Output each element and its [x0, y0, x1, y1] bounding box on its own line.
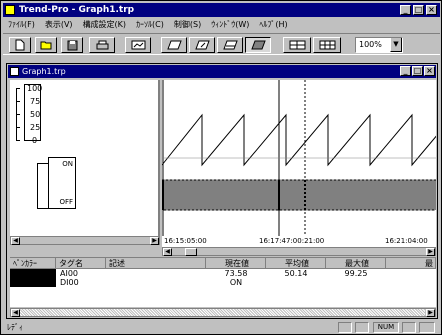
scroll-right-icon[interactable]: ▶ — [426, 248, 435, 256]
zoom-select[interactable]: 100% ▼ — [355, 37, 403, 53]
graph-hscroll[interactable]: ◀ ▶ — [162, 247, 436, 256]
child-minimize-button[interactable]: _ — [400, 66, 411, 76]
status-bar: ﾚﾃﾞｨ NUM — [3, 321, 440, 334]
status-pane — [338, 322, 352, 333]
row-current: ON — [229, 278, 243, 287]
new-file-icon — [15, 39, 25, 51]
menu-config[interactable]: 構成設定(K) — [78, 18, 132, 31]
layout-1-button[interactable] — [283, 37, 311, 53]
status-pane — [355, 322, 369, 333]
printer-icon — [96, 40, 108, 49]
menu-cursor[interactable]: ｶｰｿﾙ(C) — [131, 18, 169, 31]
draw-tool-2-button[interactable] — [189, 37, 215, 53]
resize-grip-icon[interactable] — [419, 322, 435, 333]
time-label: 16:17:47:00:21:00 — [259, 237, 325, 245]
digital-on-label: ON — [62, 160, 73, 168]
menubar: ﾌｧｲﾙ(F) 表示(V) 構成設定(K) ｶｰｿﾙ(C) 制御(S) ｳｨﾝﾄ… — [3, 18, 440, 31]
pen-table: ﾍﾟﾝｶﾗｰ タグ名 記述 現在値 平均値 最大値 最 AI00 73.58 5… — [10, 257, 436, 307]
num-lock-indicator: NUM — [373, 322, 399, 333]
open-button[interactable] — [35, 37, 57, 53]
child-title: Graph1.trp — [22, 67, 66, 76]
scroll-left-icon[interactable]: ◀ — [11, 237, 20, 245]
pen-color-swatch[interactable] — [10, 269, 56, 287]
graph-props-button[interactable] — [125, 37, 151, 53]
child-close-button[interactable]: × — [424, 66, 435, 76]
new-button[interactable] — [9, 37, 31, 53]
app-titlebar: Trend-Pro - Graph1.trp _ □ × — [3, 3, 440, 17]
table-hscroll[interactable]: ◀ ▶ — [10, 308, 436, 317]
col-min[interactable]: 最 — [386, 258, 436, 269]
row-average: 50.14 — [284, 269, 308, 278]
digital-off-label: OFF — [59, 198, 73, 206]
chevron-down-icon[interactable]: ▼ — [390, 38, 402, 52]
scroll-left-icon[interactable]: ◀ — [163, 248, 172, 256]
row-tag: DI00 — [60, 278, 79, 287]
trend-graph[interactable] — [161, 80, 442, 236]
col-current[interactable]: 現在値 — [206, 258, 266, 269]
draw-tool-3-button[interactable] — [217, 37, 243, 53]
analog-trace — [161, 113, 442, 167]
digital-trace — [161, 179, 437, 211]
toolbar: 100% ▼ — [3, 33, 440, 55]
document-icon — [10, 67, 19, 76]
status-text: ﾚﾃﾞｨ — [7, 323, 23, 332]
col-pen-color[interactable]: ﾍﾟﾝｶﾗｰ — [10, 258, 56, 269]
floppy-icon — [67, 40, 77, 50]
time-axis: 16:15:05:00 16:17:47:00:21:00 16:21:04:0… — [162, 236, 436, 247]
parallelogram-filled-icon — [250, 40, 266, 50]
col-average[interactable]: 平均値 — [266, 258, 326, 269]
grid-window-icon — [319, 40, 335, 50]
row-current: 73.58 — [224, 269, 248, 278]
menu-file[interactable]: ﾌｧｲﾙ(F) — [3, 18, 40, 31]
app-title: Trend-Pro - Graph1.trp — [19, 5, 135, 15]
scroll-thumb[interactable] — [185, 248, 197, 256]
app-window: Trend-Pro - Graph1.trp _ □ × ﾌｧｲﾙ(F) 表示(… — [0, 0, 442, 335]
graph-child-window: Graph1.trp _ □ × 100 75 50 25 0 ON OFF ◀… — [6, 63, 442, 319]
close-button[interactable]: × — [426, 5, 437, 15]
scroll-right-icon[interactable]: ▶ — [426, 309, 435, 317]
zoom-value: 100% — [359, 40, 382, 49]
row-tag: AI00 — [60, 269, 79, 278]
trend-chart — [161, 80, 442, 236]
menu-control[interactable]: 制御(S) — [169, 18, 206, 31]
time-label: 16:21:04:00 — [385, 237, 428, 245]
digital-scale-box: ON OFF — [48, 157, 76, 209]
col-tag[interactable]: タグ名 — [56, 258, 106, 269]
col-desc[interactable]: 記述 — [106, 258, 206, 269]
status-pane — [402, 322, 416, 333]
folder-open-icon — [40, 41, 52, 50]
graph-window-icon — [131, 40, 145, 50]
scroll-left-icon[interactable]: ◀ — [11, 309, 20, 317]
time-label: 16:15:05:00 — [164, 237, 207, 245]
row-max: 99.25 — [344, 269, 368, 278]
draw-tool-4-button[interactable] — [245, 37, 271, 53]
maximize-button[interactable]: □ — [413, 5, 424, 15]
save-button[interactable] — [61, 37, 83, 53]
draw-tool-1-button[interactable] — [161, 37, 187, 53]
left-hscroll[interactable]: ◀ ▶ — [10, 236, 160, 245]
parallelogram-pen-icon — [194, 40, 210, 50]
minimize-button[interactable]: _ — [400, 5, 411, 15]
layout-2-button[interactable] — [313, 37, 341, 53]
app-icon — [5, 5, 15, 15]
parallelogram-icon — [166, 40, 182, 50]
menu-window[interactable]: ｳｨﾝﾄﾞｳ(W) — [206, 18, 254, 31]
scale-panel: 100 75 50 25 0 ON OFF — [10, 80, 160, 236]
child-titlebar: Graph1.trp _ □ × — [8, 65, 436, 78]
print-button[interactable] — [89, 37, 115, 53]
scroll-right-icon[interactable]: ▶ — [150, 237, 159, 245]
menu-help[interactable]: ﾍﾙﾌﾟ(H) — [254, 18, 292, 31]
col-max[interactable]: 最大値 — [326, 258, 386, 269]
split-window-icon — [289, 40, 305, 50]
menu-view[interactable]: 表示(V) — [40, 18, 78, 31]
child-maximize-button[interactable]: □ — [412, 66, 423, 76]
parallelogram-line-icon — [222, 40, 238, 50]
